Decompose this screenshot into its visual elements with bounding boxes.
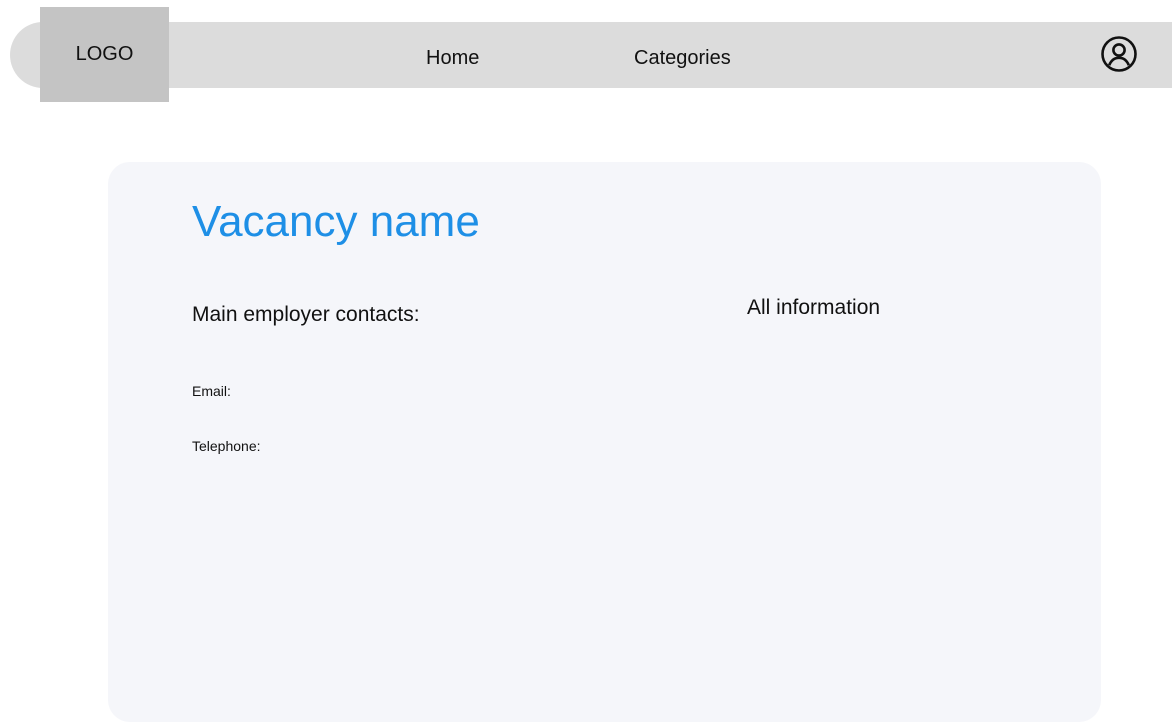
all-information-heading: All information	[747, 296, 881, 319]
navbar-bar	[10, 22, 1172, 88]
nav-link-home[interactable]: Home	[426, 44, 479, 72]
email-label: Email:	[192, 383, 231, 399]
employer-contacts-heading: Main employer contacts:	[192, 303, 420, 326]
vacancy-title: Vacancy name	[192, 197, 480, 246]
logo[interactable]: LOGO	[40, 7, 169, 102]
profile-button[interactable]	[1100, 35, 1138, 73]
logo-text: LOGO	[75, 43, 134, 65]
telephone-label: Telephone:	[192, 438, 261, 454]
nav-link-categories[interactable]: Categories	[634, 44, 731, 72]
user-circle-icon	[1101, 36, 1137, 72]
